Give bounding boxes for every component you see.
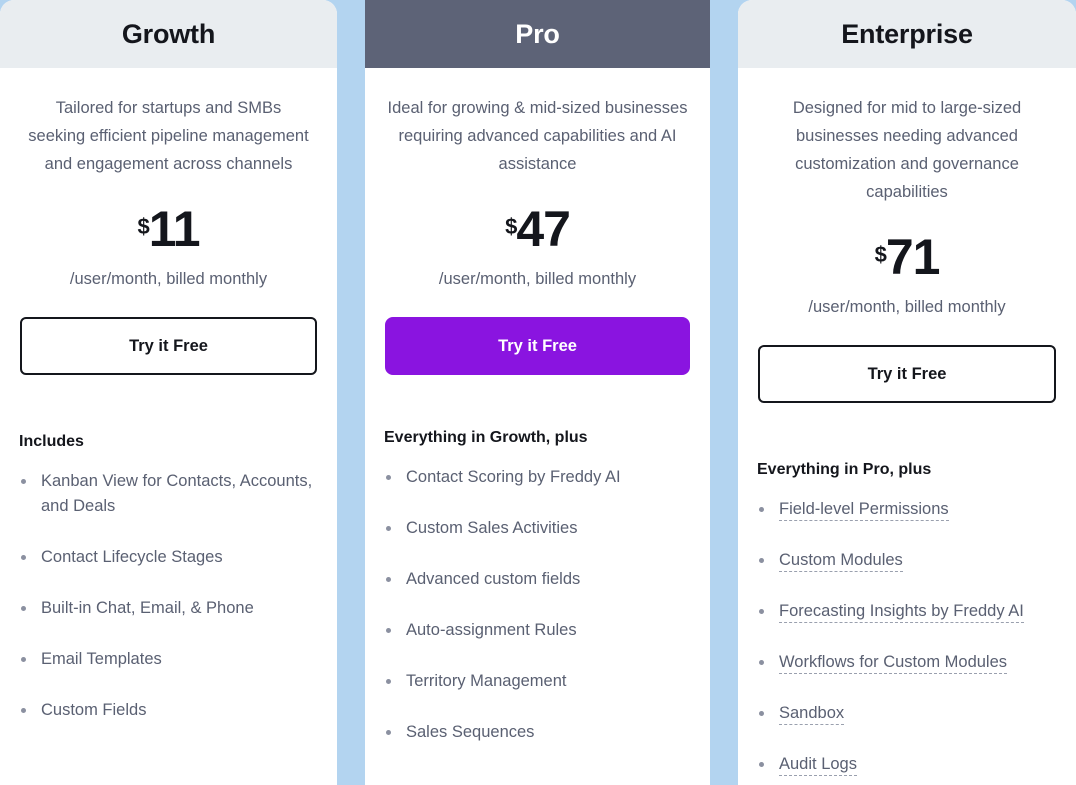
features-title-growth: Includes — [19, 433, 84, 450]
list-item[interactable]: Custom Modules — [757, 548, 1057, 573]
list-item: Advanced custom fields — [384, 567, 691, 592]
feature-label: Custom Fields — [41, 701, 147, 719]
pricing-card-growth: Growth Tailored for startups and SMBs se… — [0, 0, 337, 785]
price-value: 47 — [516, 201, 571, 257]
feature-label[interactable]: Forecasting Insights by Freddy AI — [779, 602, 1024, 623]
plan-price-enterprise: $71 — [874, 229, 941, 285]
try-it-free-button-enterprise[interactable]: Try it Free — [758, 345, 1056, 403]
list-item: Kanban View for Contacts, Accounts, and … — [19, 469, 318, 519]
plan-description-pro: Ideal for growing & mid-sized businesses… — [387, 99, 688, 173]
feature-label: Territory Management — [406, 672, 567, 690]
list-item[interactable]: Field-level Permissions — [757, 497, 1057, 522]
list-item[interactable]: Forecasting Insights by Freddy AI — [757, 599, 1057, 624]
features-enterprise: Everything in Pro, plus Field-level Perm… — [757, 461, 1057, 785]
cta-wrapper-growth: Try it Free — [19, 317, 318, 375]
feature-label: Kanban View for Contacts, Accounts, and … — [41, 472, 313, 515]
feature-label: Custom Sales Activities — [406, 519, 578, 537]
cta-wrapper-enterprise: Try it Free — [757, 345, 1057, 403]
features-title-pro: Everything in Growth, plus — [384, 429, 588, 446]
currency-symbol: $ — [874, 241, 887, 267]
plan-header-pro: Pro — [365, 0, 710, 68]
list-item: Contact Scoring by Freddy AI — [384, 465, 691, 490]
list-item: Custom Sales Activities — [384, 516, 691, 541]
plan-body-pro: Ideal for growing & mid-sized businesses… — [365, 68, 710, 785]
plan-price-pro: $47 — [505, 201, 571, 257]
feature-label[interactable]: Field-level Permissions — [779, 500, 949, 521]
feature-label: Built-in Chat, Email, & Phone — [41, 599, 254, 617]
features-list-growth: Kanban View for Contacts, Accounts, and … — [19, 469, 318, 723]
try-it-free-button-growth[interactable]: Try it Free — [20, 317, 317, 375]
list-item: Contact Lifecycle Stages — [19, 545, 318, 570]
plan-header-growth: Growth — [0, 0, 337, 68]
price-block-growth: $11 /user/month, billed monthly — [19, 204, 318, 289]
list-item: Email Templates — [19, 647, 318, 672]
price-note-enterprise: /user/month, billed monthly — [808, 298, 1006, 316]
feature-label[interactable]: Audit Logs — [779, 755, 857, 776]
plan-name-growth: Growth — [121, 18, 216, 49]
features-list-pro: Contact Scoring by Freddy AI Custom Sale… — [384, 465, 691, 745]
features-growth: Includes Kanban View for Contacts, Accou… — [19, 433, 318, 749]
list-item: Custom Fields — [19, 698, 318, 723]
pricing-card-pro: Pro Ideal for growing & mid-sized busine… — [365, 0, 710, 785]
plan-body-enterprise: Designed for mid to large-sized business… — [738, 68, 1076, 785]
cta-wrapper-pro: Try it Free — [384, 317, 691, 375]
feature-label[interactable]: Workflows for Custom Modules — [779, 653, 1008, 674]
plan-body-growth: Tailored for startups and SMBs seeking e… — [0, 68, 337, 785]
list-item[interactable]: Workflows for Custom Modules — [757, 650, 1057, 675]
features-list-enterprise: Field-level Permissions Custom Modules F… — [757, 497, 1057, 777]
list-item: Territory Management — [384, 669, 691, 694]
list-item[interactable]: Sandbox — [757, 701, 1057, 726]
feature-label: Auto-assignment Rules — [406, 621, 577, 639]
feature-label[interactable]: Sandbox — [779, 704, 845, 725]
list-item[interactable]: Audit Logs — [757, 752, 1057, 777]
feature-label: Advanced custom fields — [406, 570, 581, 588]
feature-label: Sales Sequences — [406, 723, 535, 741]
price-note-pro: /user/month, billed monthly — [438, 270, 637, 288]
plan-name-pro: Pro — [515, 18, 560, 49]
pricing-card-enterprise: Enterprise Designed for mid to large-siz… — [738, 0, 1076, 785]
price-value: 71 — [885, 229, 941, 285]
try-it-free-button-pro[interactable]: Try it Free — [385, 317, 690, 375]
price-block-pro: $47 /user/month, billed monthly — [384, 204, 691, 289]
plan-name-enterprise: Enterprise — [841, 18, 973, 49]
currency-symbol: $ — [137, 213, 149, 239]
feature-label: Contact Lifecycle Stages — [41, 548, 223, 566]
price-block-enterprise: $71 /user/month, billed monthly — [757, 232, 1057, 317]
price-note-growth: /user/month, billed monthly — [69, 270, 268, 288]
feature-label[interactable]: Custom Modules — [779, 551, 903, 572]
list-item: Auto-assignment Rules — [384, 618, 691, 643]
plan-description-enterprise: Designed for mid to large-sized business… — [792, 99, 1022, 201]
plan-header-enterprise: Enterprise — [738, 0, 1076, 68]
pricing-plans-grid: Growth Tailored for startups and SMBs se… — [0, 0, 1076, 785]
feature-label: Contact Scoring by Freddy AI — [406, 468, 621, 486]
plan-price-growth: $11 — [137, 201, 201, 257]
plan-description-growth: Tailored for startups and SMBs seeking e… — [28, 99, 309, 173]
list-item: Built-in Chat, Email, & Phone — [19, 596, 318, 621]
features-title-enterprise: Everything in Pro, plus — [757, 461, 932, 478]
list-item: Sales Sequences — [384, 720, 691, 745]
currency-symbol: $ — [505, 213, 517, 239]
feature-label: Email Templates — [41, 650, 162, 668]
features-pro: Everything in Growth, plus Contact Scori… — [384, 429, 691, 771]
price-value: 11 — [148, 201, 201, 257]
